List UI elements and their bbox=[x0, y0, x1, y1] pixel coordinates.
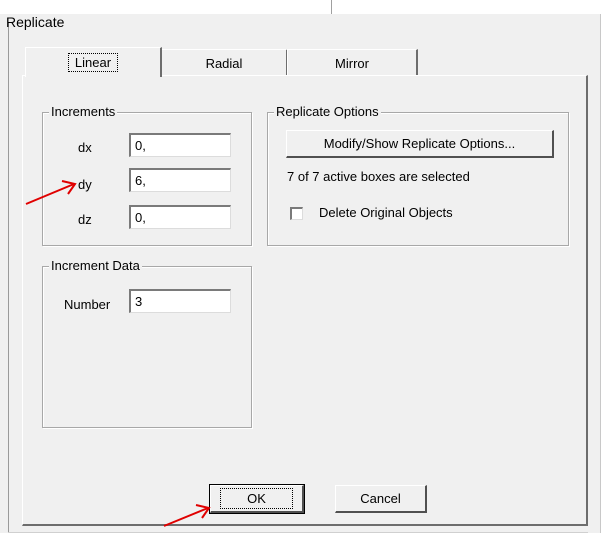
dz-label: dz bbox=[78, 212, 92, 227]
delete-original-checkbox[interactable] bbox=[290, 207, 303, 220]
number-input[interactable] bbox=[129, 289, 231, 313]
modify-show-replicate-options-button[interactable]: Modify/Show Replicate Options... bbox=[286, 130, 554, 158]
dy-input[interactable] bbox=[129, 168, 231, 192]
number-label: Number bbox=[64, 297, 111, 312]
tab-linear[interactable]: Linear bbox=[25, 47, 162, 77]
annotation-arrow-ok-line bbox=[163, 507, 209, 527]
replicate-options-group-label: Replicate Options bbox=[274, 104, 381, 120]
annotation-arrow-ok-icon bbox=[163, 504, 211, 527]
tab-radial[interactable]: Radial bbox=[161, 49, 288, 76]
selection-status-text: 7 of 7 active boxes are selected bbox=[287, 169, 470, 184]
delete-original-label: Delete Original Objects bbox=[319, 205, 453, 220]
tab-mirror-label: Mirror bbox=[335, 55, 369, 71]
dx-label: dx bbox=[78, 140, 92, 155]
dialog-frame-left bbox=[8, 22, 9, 532]
tab-linear-label: Linear bbox=[67, 53, 119, 72]
dz-input[interactable] bbox=[129, 205, 231, 229]
background-divider bbox=[331, 0, 332, 14]
tab-mirror[interactable]: Mirror bbox=[287, 49, 418, 76]
tab-radial-label: Radial bbox=[205, 55, 243, 71]
cancel-button[interactable]: Cancel bbox=[335, 485, 427, 513]
annotation-arrow-dy-icon bbox=[25, 180, 77, 205]
annotation-arrow-dy-line bbox=[25, 183, 75, 205]
increments-group-label: Increments bbox=[49, 104, 118, 120]
ok-button[interactable]: OK bbox=[209, 484, 305, 514]
increment-data-group-label: Increment Data bbox=[49, 258, 142, 274]
ok-button-label: OK bbox=[220, 488, 293, 509]
dialog-title: Replicate bbox=[6, 14, 65, 30]
dx-input[interactable] bbox=[129, 133, 231, 157]
